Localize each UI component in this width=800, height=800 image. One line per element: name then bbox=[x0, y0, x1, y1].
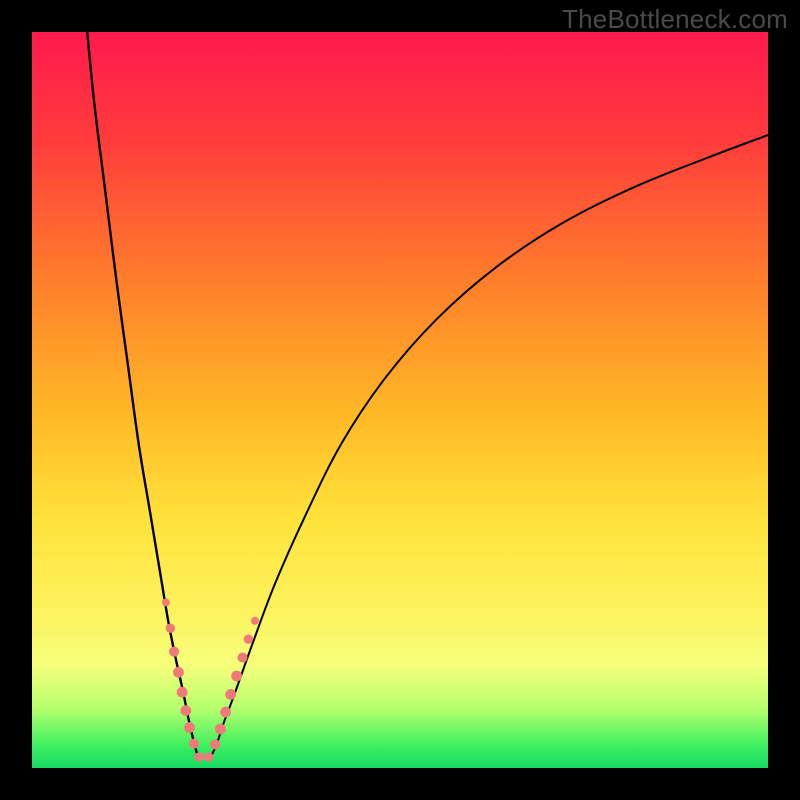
watermark-text: TheBottleneck.com bbox=[562, 4, 788, 35]
data-dot bbox=[225, 689, 236, 700]
plot-area bbox=[32, 32, 768, 768]
data-dot bbox=[189, 739, 199, 749]
data-dot bbox=[194, 752, 203, 761]
data-dot bbox=[166, 623, 175, 632]
data-dot bbox=[184, 722, 195, 733]
data-dot bbox=[210, 739, 220, 749]
data-dot bbox=[231, 671, 242, 682]
data-dot bbox=[220, 707, 231, 718]
right-curve bbox=[209, 135, 768, 761]
data-dot bbox=[177, 687, 188, 698]
data-dot bbox=[169, 647, 179, 657]
chart-svg bbox=[32, 32, 768, 768]
data-dot bbox=[251, 617, 259, 625]
data-dot bbox=[180, 705, 191, 716]
data-dot bbox=[162, 598, 170, 606]
chart-frame: TheBottleneck.com bbox=[0, 0, 800, 800]
data-dot bbox=[173, 667, 184, 678]
data-dot bbox=[215, 724, 226, 735]
left-curve bbox=[87, 32, 199, 761]
data-dot bbox=[244, 635, 253, 644]
data-dots bbox=[162, 598, 259, 761]
data-dot bbox=[237, 653, 247, 663]
data-dot bbox=[204, 752, 213, 761]
